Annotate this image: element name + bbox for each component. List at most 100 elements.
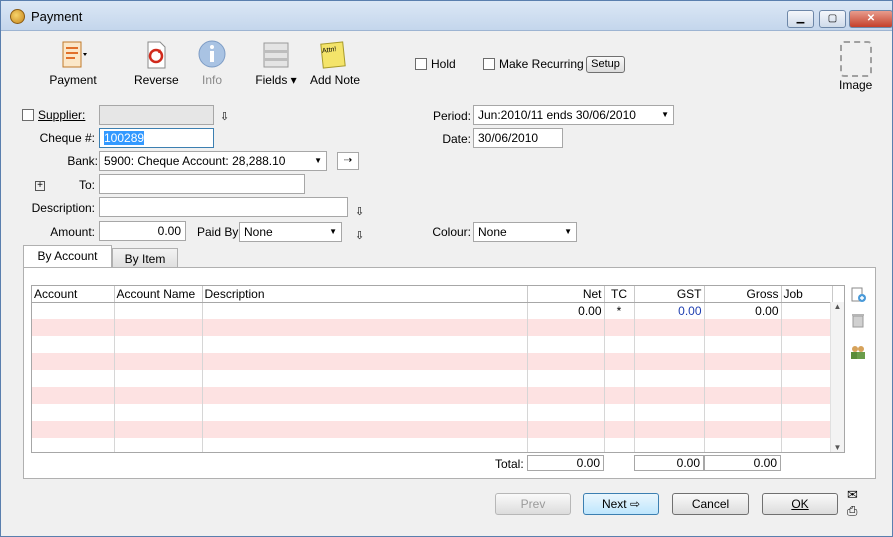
cell-tc[interactable]: * <box>604 302 635 319</box>
expand-address-icon[interactable]: + <box>35 181 45 191</box>
bank-register-button[interactable]: ⇢ <box>337 152 359 170</box>
to-label: To: <box>78 178 95 192</box>
colour-label: Colour: <box>432 225 471 239</box>
make-recurring-box[interactable] <box>483 58 495 70</box>
fields-icon <box>263 42 289 68</box>
description-label: Description: <box>31 201 95 215</box>
cell-gst[interactable]: 0.00 <box>634 302 705 319</box>
supplier-label: Supplier: <box>38 108 86 122</box>
tab-by-account[interactable]: By Account <box>23 245 112 269</box>
amount-input[interactable]: 0.00 <box>99 221 186 241</box>
cell-gross[interactable]: 0.00 <box>704 302 782 319</box>
reverse-tool[interactable]: Reverse <box>134 39 179 87</box>
payment-window: Payment ▁ ▢ ✕ Payment Reverse Info Field… <box>0 0 893 537</box>
scroll-down-icon[interactable]: ▼ <box>831 443 844 452</box>
lines-table: Account Account Name Description Net TC … <box>32 286 833 452</box>
info-icon <box>198 40 226 68</box>
fields-label: Fields ▾ <box>255 73 297 87</box>
description-lookup-icon[interactable]: ⇩ <box>355 205 364 218</box>
cancel-button[interactable]: Cancel <box>672 493 749 515</box>
cell-description[interactable] <box>202 302 528 319</box>
total-net: 0.00 <box>527 455 604 471</box>
cell-net[interactable]: 0.00 <box>527 302 605 319</box>
table-row[interactable] <box>32 438 833 452</box>
total-label: Total: <box>495 457 524 471</box>
cheque-number-input[interactable]: 100289 <box>99 128 214 148</box>
reverse-icon <box>147 41 166 69</box>
lines-grid: Account Account Name Description Net TC … <box>31 285 845 453</box>
hold-box[interactable] <box>415 58 427 70</box>
colour-select[interactable]: None <box>473 222 577 242</box>
paid-by-label: Paid By: <box>197 225 242 239</box>
add-note-label: Add Note <box>310 73 361 87</box>
supplier-checkbox[interactable]: Supplier: <box>22 108 85 122</box>
setup-button[interactable]: Setup <box>586 56 625 73</box>
sticky-note-icon <box>320 41 346 69</box>
col-net[interactable]: Net <box>527 286 605 303</box>
close-button[interactable]: ✕ <box>849 10 893 28</box>
print-icon[interactable]: ⎙ <box>847 503 857 519</box>
col-job[interactable]: Job <box>781 286 833 303</box>
date-input[interactable]: 30/06/2010 <box>473 128 563 148</box>
table-row[interactable]: 0.00 * 0.00 0.00 <box>32 302 833 319</box>
grid-scrollbar[interactable]: ▲ ▼ <box>830 302 844 452</box>
col-account-name[interactable]: Account Name <box>114 286 203 303</box>
supplier-box[interactable] <box>22 109 34 121</box>
ok-button[interactable]: OK <box>762 493 838 515</box>
supplier-field[interactable] <box>99 105 214 125</box>
total-gst: 0.00 <box>634 455 704 471</box>
bank-label: Bank: <box>67 154 98 168</box>
payment-tool[interactable]: Payment <box>49 39 97 87</box>
table-row[interactable] <box>32 336 833 353</box>
insert-line-icon[interactable] <box>850 287 866 303</box>
arrow-right-icon: ⇨ <box>629 497 641 511</box>
maximize-button[interactable]: ▢ <box>819 10 846 28</box>
cell-job[interactable] <box>781 302 833 319</box>
title-bar: Payment ▁ ▢ ✕ <box>1 1 893 31</box>
table-row[interactable] <box>32 319 833 336</box>
minimize-button[interactable]: ▁ <box>787 10 814 28</box>
cheque-label: Cheque #: <box>39 131 95 145</box>
split-job-icon[interactable] <box>850 344 866 360</box>
table-row[interactable] <box>32 421 833 438</box>
payment-icon <box>62 41 87 68</box>
amount-label: Amount: <box>50 225 95 239</box>
table-row[interactable] <box>32 387 833 404</box>
image-placeholder-icon[interactable] <box>840 41 872 77</box>
table-row[interactable] <box>32 370 833 387</box>
prev-button[interactable]: Prev <box>495 493 571 515</box>
paid-by-lookup-icon[interactable]: ⇩ <box>355 229 364 242</box>
description-input[interactable] <box>99 197 348 217</box>
payment-label: Payment <box>49 73 97 87</box>
supplier-lookup-icon[interactable]: ⇩ <box>220 110 229 123</box>
col-gst[interactable]: GST <box>634 286 705 303</box>
cheque-number-text: 100289 <box>104 131 145 145</box>
make-recurring-checkbox[interactable]: Make Recurring <box>483 57 584 71</box>
app-icon <box>10 9 25 24</box>
hold-checkbox[interactable]: Hold <box>415 57 456 71</box>
paid-by-select[interactable]: None <box>239 222 342 242</box>
hold-label: Hold <box>431 57 456 71</box>
image-label: Image <box>839 78 873 92</box>
info-tool[interactable]: Info <box>197 39 227 87</box>
fields-tool[interactable]: Fields ▾ <box>255 39 297 87</box>
make-recurring-label: Make Recurring <box>499 57 584 71</box>
grid-header-row: Account Account Name Description Net TC … <box>32 286 833 303</box>
table-row[interactable] <box>32 353 833 370</box>
col-gross[interactable]: Gross <box>704 286 782 303</box>
reverse-label: Reverse <box>134 73 179 87</box>
delete-line-icon[interactable] <box>850 312 866 328</box>
cell-account-name[interactable] <box>114 302 203 319</box>
cell-account[interactable] <box>32 302 115 319</box>
period-select[interactable]: Jun:2010/11 ends 30/06/2010 <box>473 105 674 125</box>
col-description[interactable]: Description <box>202 286 528 303</box>
col-tc[interactable]: TC <box>604 286 635 303</box>
scroll-up-icon[interactable]: ▲ <box>831 302 844 311</box>
email-icon[interactable]: ✉ <box>847 487 858 503</box>
next-button[interactable]: Next ⇨ <box>583 493 659 515</box>
table-row[interactable] <box>32 404 833 421</box>
bank-select[interactable]: 5900: Cheque Account: 28,288.10 <box>99 151 327 171</box>
col-account[interactable]: Account <box>32 286 115 303</box>
total-gross: 0.00 <box>704 455 781 471</box>
to-input[interactable] <box>99 174 305 194</box>
